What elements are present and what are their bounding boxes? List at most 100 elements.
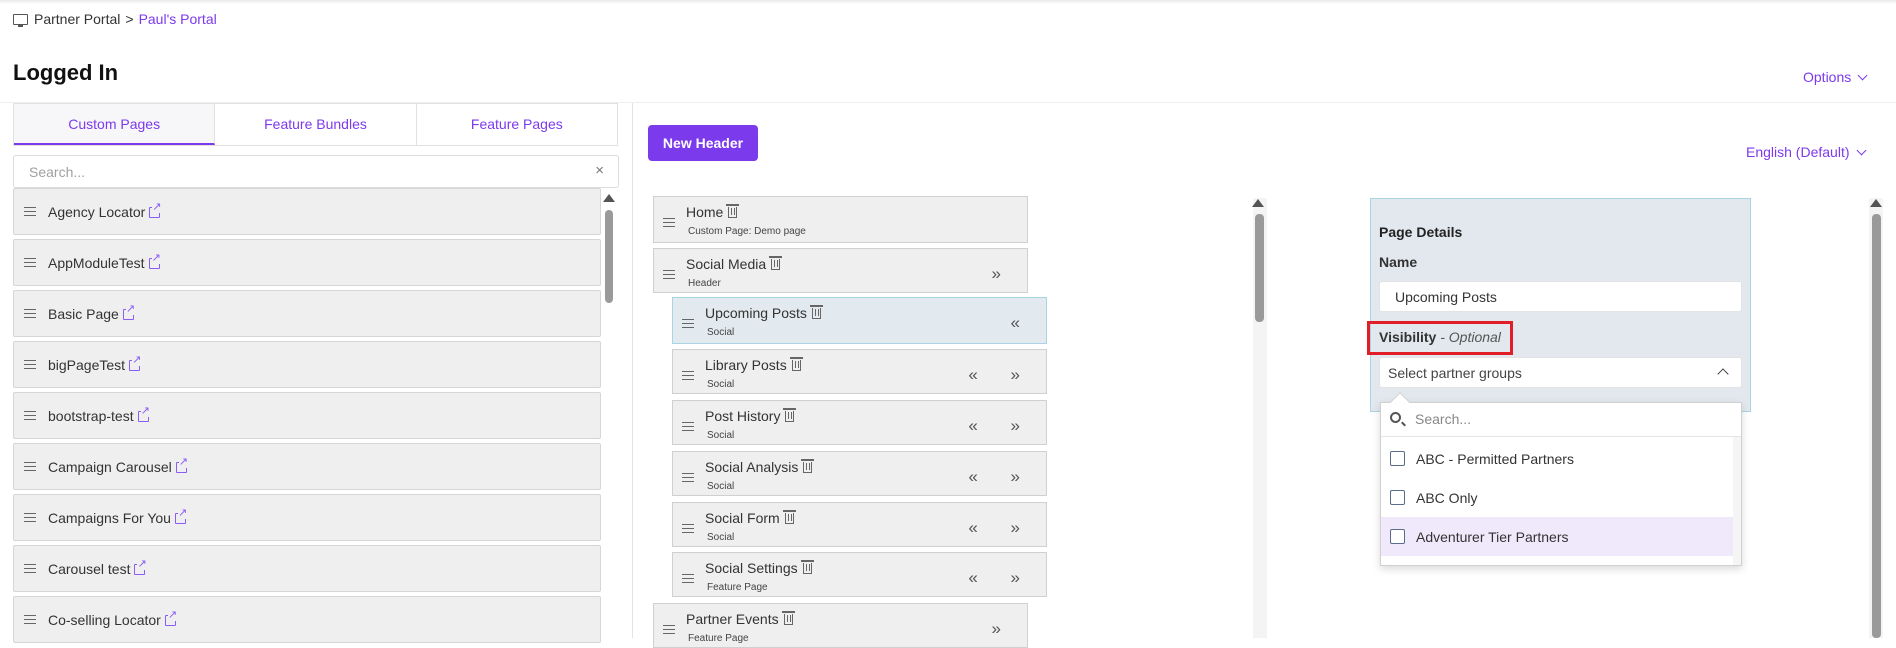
trash-icon[interactable] (783, 408, 797, 422)
tree-item-library-posts[interactable]: Library Posts Social « » (672, 349, 1047, 394)
tree-scrollbar-thumb[interactable] (1255, 214, 1264, 322)
external-link-icon[interactable] (137, 406, 150, 422)
left-scrollbar-thumb[interactable] (605, 210, 613, 303)
tree-item-social-analysis[interactable]: Social Analysis Social « » (672, 451, 1047, 496)
external-link-icon[interactable] (148, 253, 161, 269)
partner-groups-select[interactable]: Select partner groups (1379, 357, 1742, 388)
tree-item-partner-events[interactable]: Partner Events Feature Page » (653, 603, 1028, 648)
breadcrumb-current[interactable]: Paul's Portal (139, 11, 217, 27)
drag-handle-icon[interactable] (24, 411, 36, 420)
indent-arrows-icon[interactable]: » (992, 264, 1015, 284)
dropdown-option-partial[interactable] (1381, 556, 1734, 565)
new-header-button[interactable]: New Header (648, 125, 758, 161)
drag-handle-icon[interactable] (682, 473, 694, 482)
tab-feature-bundles[interactable]: Feature Bundles (215, 104, 417, 145)
clear-icon[interactable]: × (595, 162, 604, 179)
left-search-input[interactable] (14, 156, 574, 187)
drag-handle-icon[interactable] (24, 513, 36, 522)
drag-handle-icon[interactable] (663, 218, 675, 227)
tree-item-social-media[interactable]: Social Media Header » (653, 248, 1028, 293)
breadcrumb-root[interactable]: Partner Portal (34, 11, 120, 27)
tree-item-home[interactable]: Home Custom Page: Demo page (653, 196, 1028, 243)
drag-handle-icon[interactable] (682, 422, 694, 431)
tab-custom-pages[interactable]: Custom Pages (14, 104, 216, 145)
external-link-icon[interactable] (129, 355, 142, 371)
checkbox[interactable] (1390, 451, 1405, 466)
list-item[interactable]: Campaigns For You (13, 494, 601, 541)
list-item[interactable]: Co-selling Locator (13, 596, 601, 643)
trash-icon[interactable] (789, 357, 803, 371)
indent-arrows-icon[interactable]: « » (968, 568, 1034, 588)
drag-handle-icon[interactable] (663, 270, 675, 279)
details-scrollbar-thumb[interactable] (1872, 214, 1881, 638)
list-item[interactable]: Agency Locator (13, 188, 601, 235)
trash-icon[interactable] (781, 611, 795, 625)
options-dropdown[interactable]: Options (1803, 69, 1868, 85)
dropdown-option[interactable]: ABC - Permitted Partners (1381, 439, 1734, 478)
indent-arrows-icon[interactable]: « » (968, 416, 1034, 436)
dropdown-scrollbar[interactable] (1733, 437, 1741, 565)
list-item[interactable]: Basic Page (13, 290, 601, 337)
checkbox[interactable] (1390, 529, 1405, 544)
tree-item-name: Home (686, 204, 740, 220)
indent-arrows-icon[interactable]: « » (968, 467, 1034, 487)
scroll-up-icon[interactable] (1252, 199, 1264, 207)
dropdown-option[interactable]: ABC Only (1381, 478, 1734, 517)
drag-handle-icon[interactable] (24, 207, 36, 216)
list-item[interactable]: Carousel test (13, 545, 601, 592)
external-link-icon[interactable] (174, 508, 188, 524)
page-label: Carousel test (48, 560, 131, 577)
dropdown-search-input[interactable] (1413, 403, 1713, 435)
trash-icon[interactable] (801, 459, 815, 473)
outdent-arrow-icon[interactable]: « (1011, 313, 1034, 333)
dropdown-option[interactable]: Adventurer Tier Partners (1381, 517, 1734, 556)
drag-handle-icon[interactable] (663, 625, 675, 634)
tree-item-subtitle: Social (707, 430, 735, 441)
option-label: ABC - Permitted Partners (1416, 450, 1574, 467)
list-item[interactable]: AppModuleTest (13, 239, 601, 286)
drag-handle-icon[interactable] (24, 309, 36, 318)
tree-item-social-form[interactable]: Social Form Social « » (672, 502, 1047, 547)
drag-handle-icon[interactable] (24, 615, 36, 624)
tab-feature-pages[interactable]: Feature Pages (417, 104, 617, 145)
tree-item-upcoming-posts[interactable]: Upcoming Posts Social « (672, 297, 1047, 344)
drag-handle-icon[interactable] (682, 371, 694, 380)
external-link-icon[interactable] (175, 457, 188, 473)
list-item[interactable]: bootstrap-test (13, 392, 601, 439)
indent-arrows-icon[interactable]: « » (968, 365, 1034, 385)
external-link-icon[interactable] (149, 202, 162, 218)
tree-item-subtitle: Header (688, 278, 721, 289)
tree-item-name: Library Posts (705, 357, 803, 373)
scroll-up-icon[interactable] (603, 194, 615, 202)
trash-icon[interactable] (769, 256, 783, 270)
drag-handle-icon[interactable] (24, 258, 36, 267)
language-dropdown[interactable]: English (Default) (1746, 144, 1866, 160)
visibility-label: Visibility - Optional (1379, 329, 1501, 345)
checkbox[interactable] (1390, 490, 1405, 505)
drag-handle-icon[interactable] (682, 524, 694, 533)
tree-item-subtitle: Custom Page: Demo page (688, 226, 806, 237)
options-label: Options (1803, 69, 1852, 85)
list-item[interactable]: bigPageTest (13, 341, 601, 388)
trash-icon[interactable] (726, 204, 740, 218)
drag-handle-icon[interactable] (24, 564, 36, 573)
indent-arrows-icon[interactable]: « » (968, 518, 1034, 538)
external-link-icon[interactable] (122, 304, 136, 320)
trash-icon[interactable] (800, 560, 814, 574)
drag-handle-icon[interactable] (682, 319, 694, 328)
drag-handle-icon[interactable] (24, 360, 36, 369)
external-link-icon[interactable] (134, 559, 147, 575)
list-item[interactable]: Campaign Carousel (13, 443, 601, 490)
trash-icon[interactable] (809, 305, 823, 319)
tree-item-social-settings[interactable]: Social Settings Feature Page « » (672, 552, 1047, 597)
external-link-icon[interactable] (164, 610, 178, 626)
trash-icon[interactable] (782, 510, 796, 524)
tree-item-post-history[interactable]: Post History Social « » (672, 400, 1047, 445)
drag-handle-icon[interactable] (682, 574, 694, 583)
page-label: bigPageTest (48, 356, 126, 373)
tree-item-subtitle: Feature Page (707, 582, 768, 593)
indent-arrows-icon[interactable]: » (992, 619, 1015, 639)
drag-handle-icon[interactable] (24, 462, 36, 471)
scroll-up-icon[interactable] (1870, 199, 1882, 207)
name-field[interactable] (1380, 282, 1741, 311)
